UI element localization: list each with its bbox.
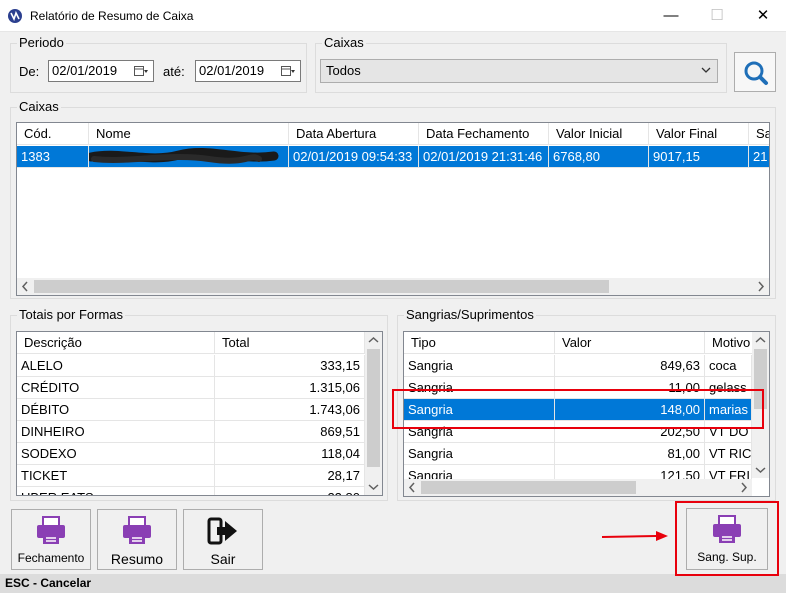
col-descricao[interactable]: Descrição: [17, 332, 215, 354]
date-to-value: 02/01/2019: [199, 63, 265, 78]
col-abertura[interactable]: Data Abertura: [289, 123, 419, 145]
cell-total: 118,04: [215, 443, 365, 465]
redacted-scribble: [89, 148, 279, 164]
totais-table[interactable]: Descrição Total ALELO 333,15 CRÉDITO 1.315,…: [16, 331, 383, 496]
caixas-filter-title: Caixas: [322, 35, 366, 50]
chevron-down-icon: [701, 67, 711, 73]
cell-motivo: coca: [705, 355, 752, 377]
cell-descricao: ALELO: [17, 355, 215, 377]
resumo-label: Resumo: [110, 551, 164, 567]
app-icon: [8, 9, 22, 23]
maximize-button[interactable]: ☐: [694, 0, 740, 32]
cell-total: 1.743,06: [215, 399, 365, 421]
scroll-down-icon[interactable]: [365, 478, 382, 495]
scroll-right-icon[interactable]: [735, 479, 752, 496]
cell-total: 333,15: [215, 355, 365, 377]
annotation-arrow-icon: [601, 531, 668, 541]
calendar-icon[interactable]: [134, 65, 148, 77]
minimize-button[interactable]: —: [648, 0, 694, 32]
col-valor-inicial[interactable]: Valor Inicial: [549, 123, 649, 145]
scroll-up-icon[interactable]: [365, 332, 382, 349]
printer-icon: [37, 516, 65, 544]
cell-descricao: DÉBITO: [17, 399, 215, 421]
cell-fechamento: 02/01/2019 21:31:46: [419, 146, 549, 168]
totais-title: Totais por Formas: [17, 307, 126, 322]
scroll-thumb[interactable]: [34, 280, 609, 293]
cell-descricao: DINHEIRO: [17, 421, 215, 443]
col-extra[interactable]: Sa: [749, 123, 769, 145]
search-button[interactable]: [734, 52, 776, 92]
cell-valor-final: 9017,15: [649, 146, 749, 168]
title-bar: Relatório de Resumo de Caixa — ☐ ✕: [0, 0, 786, 32]
caixas-hscrollbar[interactable]: [17, 278, 769, 295]
cell-nome: [89, 146, 289, 168]
col-cod[interactable]: Cód.: [17, 123, 89, 145]
cell-total: 22,80: [215, 487, 365, 495]
close-button[interactable]: ✕: [740, 0, 786, 32]
scroll-down-icon[interactable]: [752, 461, 769, 478]
caixas-table[interactable]: Cód. Nome Data Abertura Data Fechamento …: [16, 122, 770, 296]
cell-abertura: 02/01/2019 09:54:33: [289, 146, 419, 168]
col-valor-final[interactable]: Valor Final: [649, 123, 749, 145]
ate-label: até:: [163, 64, 185, 79]
totais-vscrollbar[interactable]: [365, 332, 382, 495]
date-to-input[interactable]: 02/01/2019: [195, 60, 301, 82]
col-tipo[interactable]: Tipo: [404, 332, 555, 354]
sair-label: Sair: [210, 551, 236, 567]
cell-motivo: VT RIC: [705, 443, 752, 465]
annotation-highlight-button: [675, 501, 779, 576]
printer-icon: [123, 516, 151, 544]
scroll-left-icon[interactable]: [404, 479, 421, 496]
col-nome[interactable]: Nome: [89, 123, 289, 145]
caixas-select-value: Todos: [326, 63, 361, 78]
cell-total: 1.315,06: [215, 377, 365, 399]
status-text: ESC - Cancelar: [5, 576, 92, 590]
search-icon: [744, 61, 768, 85]
cell-descricao: SODEXO: [17, 443, 215, 465]
caixas-group-title: Caixas: [17, 99, 61, 114]
cell-tipo: Sangria: [404, 355, 555, 377]
exit-arrow-icon: [207, 517, 237, 545]
cell-extra: 21: [749, 146, 769, 168]
annotation-highlight-row: [392, 389, 764, 429]
resumo-button[interactable]: Resumo: [97, 509, 177, 570]
sair-button[interactable]: Sair: [183, 509, 263, 570]
cell-descricao: TICKET: [17, 465, 215, 487]
cell-descricao: CRÉDITO: [17, 377, 215, 399]
date-from-input[interactable]: 02/01/2019: [48, 60, 154, 82]
scroll-up-icon[interactable]: [752, 332, 769, 349]
de-label: De:: [19, 64, 40, 79]
cell-tipo: Sangria: [404, 443, 555, 465]
cell-valor: 849,63: [555, 355, 705, 377]
scroll-thumb[interactable]: [367, 349, 380, 467]
fechamento-label: Fechamento: [17, 551, 85, 565]
scroll-thumb[interactable]: [421, 481, 636, 494]
sangrias-title: Sangrias/Suprimentos: [404, 307, 536, 322]
periodo-title: Periodo: [17, 35, 66, 50]
col-fechamento[interactable]: Data Fechamento: [419, 123, 549, 145]
col-total[interactable]: Total: [215, 332, 365, 354]
scroll-left-icon[interactable]: [17, 278, 34, 295]
cell-cod: 1383: [17, 146, 89, 168]
cell-valor: 81,00: [555, 443, 705, 465]
sangrias-hscrollbar[interactable]: [404, 479, 752, 496]
col-valor[interactable]: Valor: [555, 332, 705, 354]
date-from-value: 02/01/2019: [52, 63, 118, 78]
cell-total: 28,17: [215, 465, 365, 487]
status-bar: ESC - Cancelar: [0, 574, 786, 593]
col-motivo[interactable]: Motivo: [705, 332, 753, 354]
calendar-icon[interactable]: [281, 65, 295, 77]
fechamento-button[interactable]: Fechamento: [11, 509, 91, 570]
cell-descricao: UBER EATS: [17, 487, 215, 495]
scroll-right-icon[interactable]: [752, 278, 769, 295]
cell-valor-inicial: 6768,80: [549, 146, 649, 168]
window-title: Relatório de Resumo de Caixa: [30, 9, 194, 23]
caixas-select[interactable]: Todos: [320, 59, 718, 83]
cell-total: 869,51: [215, 421, 365, 443]
